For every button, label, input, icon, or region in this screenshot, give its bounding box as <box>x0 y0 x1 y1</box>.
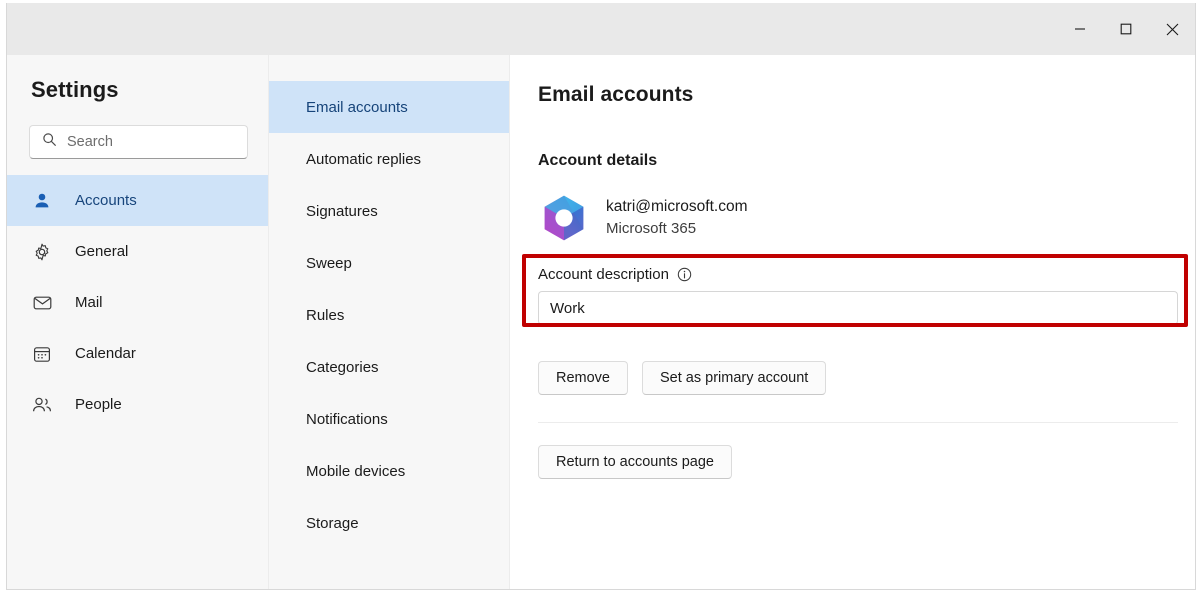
section-heading: Account details <box>538 152 1178 170</box>
sidebar-item-label: General <box>75 243 128 260</box>
calendar-icon <box>31 343 53 365</box>
subnav-item-label: Notifications <box>306 411 388 428</box>
section-divider <box>538 422 1178 423</box>
maximize-icon <box>1120 23 1132 35</box>
close-icon <box>1166 23 1179 36</box>
return-to-accounts-page-button[interactable]: Return to accounts page <box>538 445 732 479</box>
subnav-item-notifications[interactable]: Notifications <box>269 393 509 445</box>
close-button[interactable] <box>1149 3 1195 55</box>
account-email: katri@microsoft.com <box>606 196 747 218</box>
settings-window-root: Settings <box>0 0 1200 593</box>
subnav-item-label: Storage <box>306 515 359 532</box>
subnav-item-label: Categories <box>306 359 379 376</box>
subnav-item-storage[interactable]: Storage <box>269 497 509 549</box>
subnav-item-mobile-devices[interactable]: Mobile devices <box>269 445 509 497</box>
sidebar-item-accounts[interactable]: Accounts <box>7 175 268 226</box>
search-input[interactable] <box>67 134 239 150</box>
gear-icon <box>31 241 53 263</box>
account-action-buttons: Remove Set as primary account <box>538 361 1178 395</box>
sidebar-item-people[interactable]: People <box>7 379 268 430</box>
minimize-icon <box>1074 23 1086 35</box>
person-icon <box>31 190 53 212</box>
sidebar-item-label: People <box>75 396 122 413</box>
envelope-icon <box>31 292 53 314</box>
sidebar: Settings <box>7 55 269 590</box>
remove-button[interactable]: Remove <box>538 361 628 395</box>
panes: Settings <box>7 55 1195 590</box>
sidebar-item-label: Mail <box>75 294 103 311</box>
subnav-item-rules[interactable]: Rules <box>269 289 509 341</box>
sidebar-item-general[interactable]: General <box>7 226 268 277</box>
account-summary: katri@microsoft.com Microsoft 365 <box>538 192 1178 244</box>
subnav: Email accounts Automatic replies Signatu… <box>269 55 510 590</box>
subnav-item-label: Rules <box>306 307 344 324</box>
account-type: Microsoft 365 <box>606 218 747 240</box>
sidebar-item-calendar[interactable]: Calendar <box>7 328 268 379</box>
title-bar <box>7 3 1195 55</box>
subnav-item-email-accounts[interactable]: Email accounts <box>269 81 509 133</box>
subnav-item-sweep[interactable]: Sweep <box>269 237 509 289</box>
return-button-row: Return to accounts page <box>538 445 1178 479</box>
search-box[interactable] <box>29 125 248 159</box>
subnav-item-signatures[interactable]: Signatures <box>269 185 509 237</box>
content-pane: Email accounts Account details <box>510 55 1196 590</box>
minimize-button[interactable] <box>1057 3 1103 55</box>
subnav-item-label: Signatures <box>306 203 378 220</box>
content-title: Email accounts <box>538 83 1178 107</box>
maximize-button[interactable] <box>1103 3 1149 55</box>
subnav-item-categories[interactable]: Categories <box>269 341 509 393</box>
subnav-item-label: Sweep <box>306 255 352 272</box>
search-icon <box>38 132 67 152</box>
microsoft-365-icon <box>538 192 590 244</box>
set-as-primary-account-button[interactable]: Set as primary account <box>642 361 826 395</box>
app-window: Settings <box>6 3 1196 590</box>
people-icon <box>31 394 53 416</box>
account-description-label-row: Account description <box>538 266 1178 283</box>
info-icon[interactable] <box>677 267 692 282</box>
account-meta: katri@microsoft.com Microsoft 365 <box>606 196 747 240</box>
account-description-field: Account description <box>538 266 1178 325</box>
subnav-item-label: Mobile devices <box>306 463 405 480</box>
account-description-label: Account description <box>538 266 669 283</box>
subnav-item-label: Automatic replies <box>306 151 421 168</box>
sidebar-item-label: Calendar <box>75 345 136 362</box>
sidebar-item-label: Accounts <box>75 192 137 209</box>
sidebar-item-mail[interactable]: Mail <box>7 277 268 328</box>
account-description-input[interactable] <box>538 291 1178 325</box>
subnav-item-automatic-replies[interactable]: Automatic replies <box>269 133 509 185</box>
page-title: Settings <box>7 77 268 103</box>
subnav-item-label: Email accounts <box>306 99 408 116</box>
